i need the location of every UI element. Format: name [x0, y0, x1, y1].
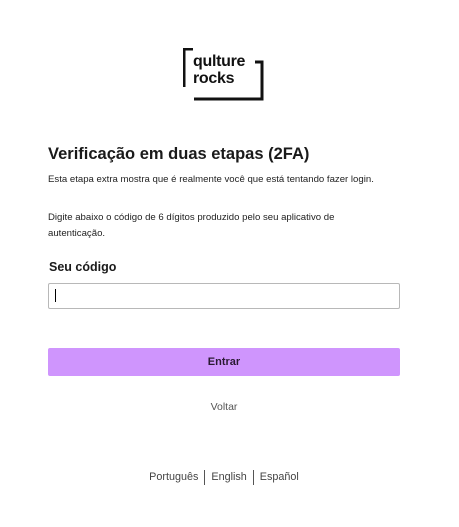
logo-wordmark: qulture rocks — [193, 53, 245, 87]
language-switcher: Português English Español — [0, 469, 448, 485]
language-option-spanish[interactable]: Español — [254, 469, 305, 485]
brand-logo: qulture rocks — [183, 48, 265, 101]
instruction-text: Digite abaixo o código de 6 dígitos prod… — [48, 212, 335, 239]
submit-button[interactable]: Entrar — [48, 348, 400, 376]
language-option-english[interactable]: English — [205, 469, 252, 485]
explanation-text: Esta etapa extra mostra que é realmente … — [48, 174, 374, 185]
logo-line-1: qulture — [193, 53, 246, 70]
code-field-label: Seu código — [49, 260, 117, 274]
page-title: Verificação em duas etapas (2FA) — [48, 145, 310, 163]
back-link[interactable]: Voltar — [0, 401, 448, 413]
text-caret — [55, 289, 56, 302]
code-input[interactable] — [48, 283, 400, 309]
logo-line-2: rocks — [193, 70, 235, 87]
language-option-portuguese[interactable]: Português — [143, 469, 204, 485]
